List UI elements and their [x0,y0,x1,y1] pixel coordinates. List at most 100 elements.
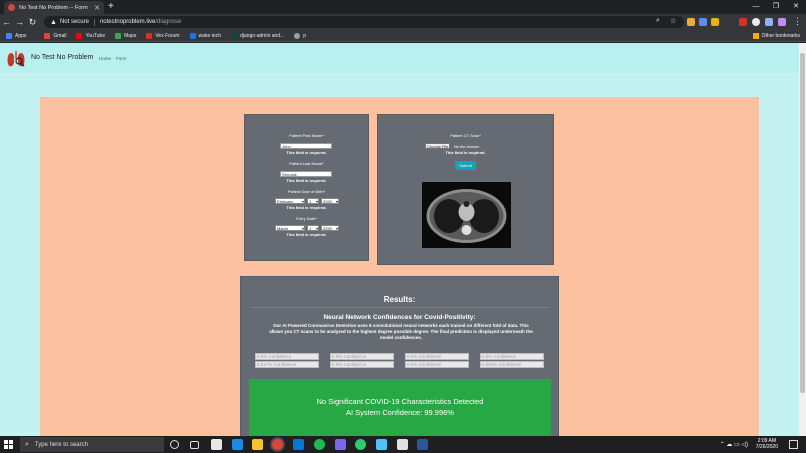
app-icon[interactable] [376,439,387,450]
wake-tech-icon [189,32,196,39]
address-bar[interactable]: ▲ Not secure notestnoproblem.live /diagn… [44,16,684,28]
inkscape-icon[interactable] [397,439,408,450]
app-icon[interactable] [355,439,366,450]
confidence-field: 0.0% Confidence [330,353,394,360]
edge-icon[interactable] [232,439,243,450]
browser-tab[interactable]: No Test No Problem -- Form ✕ [4,1,104,14]
apps-icon [6,32,12,39]
minimize-button[interactable]: — [746,0,766,13]
ct-scan-label: Patient CT Scan* [450,133,481,138]
bookmark-maps[interactable]: Maps [115,32,136,39]
notification-icon[interactable] [789,440,798,449]
results-title: Results: [383,295,416,304]
taskbar-search[interactable]: ⌕ Type here to search [20,437,164,452]
dob-day-value: 1 [309,199,312,204]
maximize-button[interactable]: ❐ [766,0,786,13]
teams-icon[interactable] [335,439,346,450]
extension-icon[interactable] [711,18,719,26]
chest-ct-icon [422,182,511,248]
bookmark-django[interactable]: django-admin and... [231,32,284,39]
chrome-icon[interactable] [272,439,283,450]
extension-icon[interactable] [687,18,695,26]
extension-icon[interactable] [699,18,707,26]
vex-icon [146,32,153,39]
patient-info-panel: Patient First Name* John This field is r… [244,114,369,261]
submit-button[interactable]: Submit [455,161,476,170]
entry-month-value: March [277,226,289,231]
chevron-down-icon: ▾ [335,226,338,231]
spotify-icon[interactable] [314,439,325,450]
bookmarks-bar: Apps Gmail YouTube Maps Vex Forum wake t… [0,30,806,42]
url-host: notestnoproblem.live [99,19,156,25]
dob-day-select[interactable]: 1 ▾ [307,198,319,204]
extension-icon[interactable] [765,18,773,26]
new-tab-button[interactable]: + [108,1,114,12]
powershell-icon[interactable] [417,439,428,450]
bookmark-vex-forum[interactable]: Vex Forum [146,32,180,39]
zoom-icon[interactable]: ⌕ [656,17,660,25]
entry-year-select[interactable]: 2020 ▾ [321,225,339,231]
tab-favicon-icon [8,4,15,11]
system-tray-icons[interactable]: ⌃ ☁ ▭ ◁) [720,441,748,448]
cortana-icon[interactable] [170,440,179,449]
confidence-field: 0.0% Confidence [405,361,469,368]
site-brand[interactable]: No Test No Problem [31,54,94,61]
taskbar: ⌕ Type here to search ⌃ ☁ ▭ ◁) 2:09 AM 7… [0,436,806,453]
confidence-field: 0.017% Confidence [255,361,319,368]
nav-home[interactable]: Home [99,56,111,61]
dob-year-select[interactable]: 2020 ▾ [321,198,339,204]
profile-avatar-icon[interactable] [752,18,760,26]
store-icon[interactable] [211,439,222,450]
confidence-field: 0.0% Confidence [480,353,544,360]
last-name-input[interactable]: Renolds [280,171,332,177]
content-area: Patient First Name* John This field is r… [40,97,759,436]
address-divider [93,18,95,26]
chevron-down-icon: ▾ [315,199,318,204]
clock-date: 7/26/2020 [755,444,778,450]
nav-form[interactable]: Form [116,56,127,61]
bookmark-star-icon[interactable]: ☆ [670,17,676,25]
file-explorer-icon[interactable] [252,439,263,450]
bookmark-p[interactable]: p [294,32,306,39]
last-name-label: Patient Last Name* [289,161,324,166]
tab-close-icon[interactable]: ✕ [94,4,100,12]
extension-icon[interactable] [778,18,786,26]
tab-strip: No Test No Problem -- Form ✕ + — ❐ ✕ [0,0,806,14]
entry-day-select[interactable]: 1 ▾ [307,225,319,231]
close-window-button[interactable]: ✕ [786,0,806,13]
chevron-down-icon: ▾ [335,199,338,204]
entry-year-value: 2020 [323,226,332,231]
entry-date-label: Entry Date* [296,216,317,221]
bookmark-label: Vex Forum [155,32,180,39]
forward-icon[interactable]: → [13,17,26,27]
choose-file-button[interactable]: Choose File [425,143,451,149]
lungs-logo-icon[interactable] [6,50,26,68]
windows-start-icon[interactable] [4,440,13,449]
other-bookmarks[interactable]: Other bookmarks [752,33,800,39]
chevron-down-icon: ▾ [315,226,318,231]
task-view-icon[interactable] [190,441,199,449]
globe-icon [294,32,301,39]
dob-month-value: February [277,199,294,204]
dob-year-value: 2020 [323,199,332,204]
page-scrollbar[interactable] [799,43,806,436]
clock[interactable]: 2:09 AM 7/26/2020 [756,438,778,450]
mail-icon[interactable] [293,439,304,450]
back-icon[interactable]: ← [0,17,13,27]
bookmark-label: Apps [15,32,27,39]
entry-month-select[interactable]: March ▾ [275,225,305,231]
ct-scan-error: This field is required. [445,150,486,155]
scrollbar-thumb[interactable] [800,53,805,393]
menu-kebab-icon[interactable]: ⋮ [791,16,804,27]
extension-icon[interactable] [739,18,747,26]
dob-month-select[interactable]: February ▾ [275,198,305,204]
bookmark-youtube[interactable]: YouTube [76,32,105,39]
bookmark-apps[interactable]: Apps [6,32,27,39]
bookmark-gmail[interactable]: Gmail [44,32,66,39]
first-name-input[interactable]: John [280,143,332,149]
dob-error: This field is required. [286,205,327,210]
reload-icon[interactable]: ↻ [26,17,39,28]
entry-date-error: This field is required. [286,232,327,237]
bookmark-wake-tech[interactable]: wake tech [189,32,221,39]
ct-scan-panel: Patient CT Scan* Choose File No file cho… [377,114,554,265]
